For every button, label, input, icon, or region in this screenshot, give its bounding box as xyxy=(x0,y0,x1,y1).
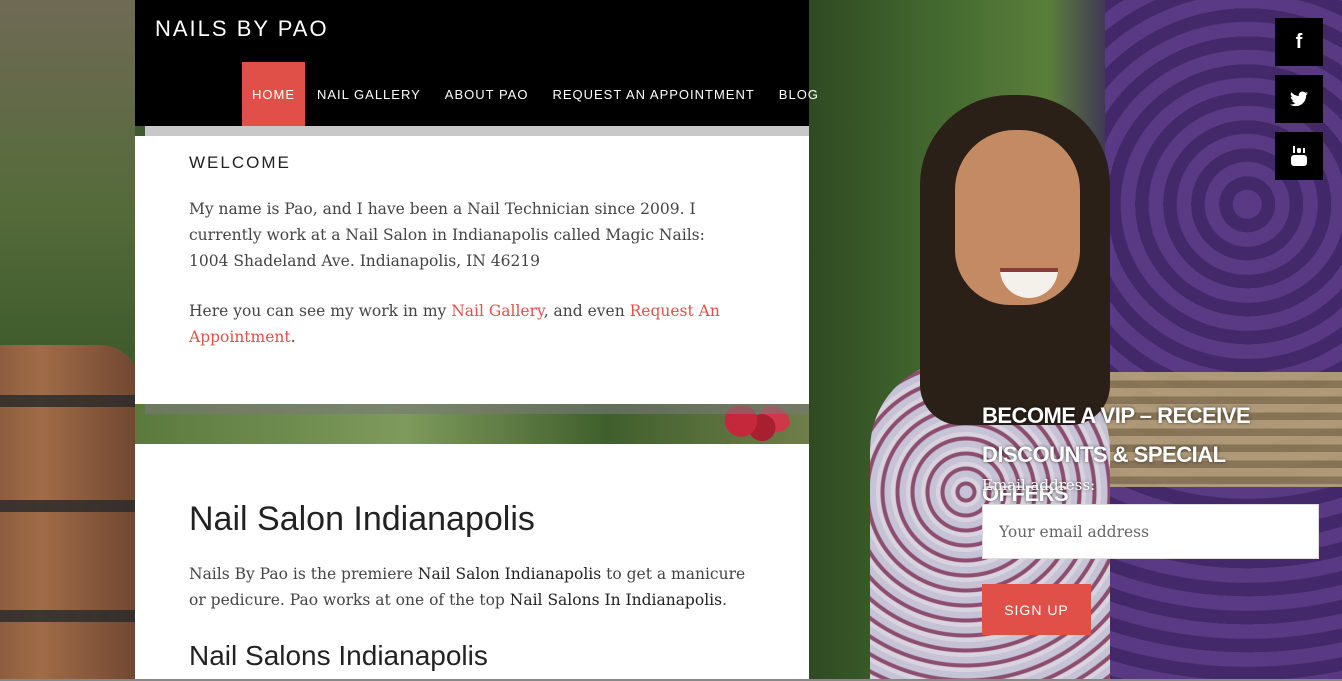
facebook-icon: f xyxy=(1295,30,1303,53)
nav-item-home[interactable]: HOME xyxy=(242,62,305,126)
social-links: f xyxy=(1275,18,1323,189)
keyword-nail-salons-in-indianapolis: Nail Salons In Indianapolis xyxy=(509,591,723,609)
email-label: Email address: xyxy=(982,476,1096,494)
welcome-address-text: 1004 Shadeland Ave. Indianapolis, IN 462… xyxy=(189,252,541,270)
nav-item-about-pao[interactable]: ABOUT PAO xyxy=(433,62,541,126)
site-title[interactable]: NAILS BY PAO xyxy=(155,16,329,42)
twitter-button[interactable] xyxy=(1275,75,1323,123)
youtube-icon xyxy=(1291,146,1307,166)
keyword-nail-salon-indianapolis: Nail Salon Indianapolis xyxy=(417,565,602,583)
welcome-gallery-middle: , and even xyxy=(543,302,630,320)
main-paragraph-suffix: . xyxy=(722,591,727,609)
barrel-band xyxy=(0,610,140,622)
main-subheading: Nail Salons Indianapolis xyxy=(189,640,488,671)
main-paragraph: Nails By Pao is the premiere Nail Salon … xyxy=(189,561,759,613)
site-header: NAILS BY PAO HOME NAIL GALLERY ABOUT PAO… xyxy=(135,0,818,126)
welcome-shadow xyxy=(145,404,809,414)
main-paragraph-prefix: Nails By Pao is the premiere xyxy=(189,565,418,583)
welcome-heading: WELCOME xyxy=(189,153,291,172)
nav-item-nail-gallery[interactable]: NAIL GALLERY xyxy=(305,62,433,126)
welcome-paragraph-2: Here you can see my work in my Nail Gall… xyxy=(189,298,759,350)
barrel-band xyxy=(0,395,140,407)
welcome-paragraph-1: My name is Pao, and I have been a Nail T… xyxy=(189,196,759,274)
welcome-gallery-prefix: Here you can see my work in my xyxy=(189,302,452,320)
nail-gallery-link[interactable]: Nail Gallery xyxy=(451,302,543,320)
barrel-band xyxy=(0,500,140,512)
header-shadow xyxy=(145,126,809,136)
sign-up-button[interactable]: SIGN UP xyxy=(982,584,1091,635)
page-title: Nail Salon Indianapolis xyxy=(189,500,535,538)
welcome-intro-text: My name is Pao, and I have been a Nail T… xyxy=(189,200,705,244)
facebook-button[interactable]: f xyxy=(1275,18,1323,66)
main-content: Nail Salon Indianapolis Nails By Pao is … xyxy=(135,444,809,681)
vip-signup-title: BECOME A VIP – RECEIVE DISCOUNTS & SPECI… xyxy=(982,403,1251,506)
main-nav: HOME NAIL GALLERY ABOUT PAO REQUEST AN A… xyxy=(242,62,831,126)
welcome-gallery-suffix: . xyxy=(290,328,296,346)
welcome-widget: WELCOME My name is Pao, and I have been … xyxy=(135,136,809,404)
twitter-icon xyxy=(1290,91,1308,107)
email-input[interactable] xyxy=(982,504,1319,559)
nav-item-blog[interactable]: BLOG xyxy=(767,62,831,126)
nav-item-request-appointment[interactable]: REQUEST AN APPOINTMENT xyxy=(540,62,766,126)
youtube-button[interactable] xyxy=(1275,132,1323,180)
